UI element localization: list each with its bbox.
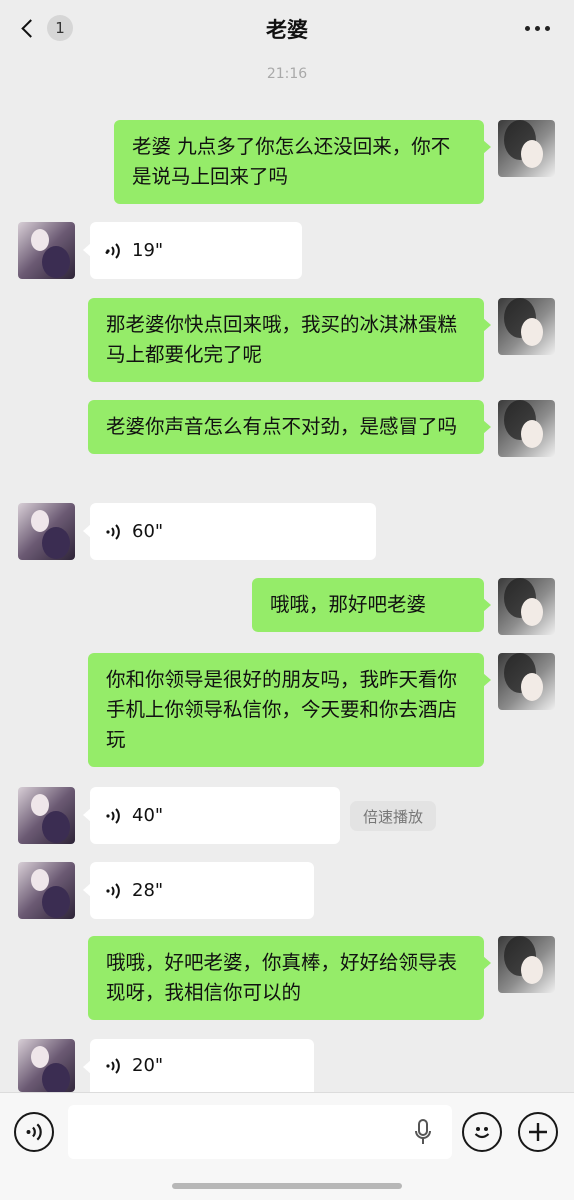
my-avatar[interactable] bbox=[498, 400, 555, 457]
message-bubble-sent[interactable]: 哦哦，好吧老婆，你真棒，好好给领导表现呀，我相信你可以的 bbox=[88, 936, 491, 1020]
contact-avatar[interactable] bbox=[18, 503, 75, 560]
voice-wave-icon bbox=[106, 1057, 120, 1074]
contact-avatar[interactable] bbox=[18, 862, 75, 919]
speed-playback-button[interactable]: 倍速播放 bbox=[350, 801, 437, 831]
plus-icon[interactable] bbox=[518, 1112, 558, 1152]
voice-duration: 40" bbox=[132, 804, 164, 826]
my-avatar[interactable] bbox=[498, 936, 555, 993]
message-bubble-sent[interactable]: 老婆 九点多了你怎么还没回来，你不是说马上回来了吗 bbox=[114, 120, 491, 204]
home-indicator bbox=[172, 1183, 402, 1189]
my-avatar[interactable] bbox=[498, 653, 555, 710]
voice-wave-icon bbox=[106, 882, 120, 899]
message-bubble-sent[interactable]: 你和你领导是很好的朋友吗，我昨天看你手机上你领导私信你，今天要和你去酒店玩 bbox=[88, 653, 491, 767]
voice-message[interactable]: 28" bbox=[83, 862, 314, 919]
voice-duration: 28" bbox=[132, 879, 164, 901]
contact-avatar[interactable] bbox=[18, 787, 75, 844]
voice-wave-icon bbox=[106, 523, 120, 540]
message-bubble-sent[interactable]: 老婆你声音怎么有点不对劲，是感冒了吗 bbox=[88, 400, 491, 454]
message-bubble-sent[interactable]: 那老婆你快点回来哦，我买的冰淇淋蛋糕马上都要化完了呢 bbox=[88, 298, 491, 382]
emoji-icon[interactable] bbox=[462, 1112, 502, 1152]
message-input[interactable] bbox=[68, 1105, 452, 1159]
voice-wave-icon bbox=[105, 242, 120, 259]
voice-message[interactable]: 20" bbox=[83, 1039, 314, 1092]
my-avatar[interactable] bbox=[498, 578, 555, 635]
my-avatar[interactable] bbox=[498, 298, 555, 355]
chat-header: 1 老婆 bbox=[0, 0, 574, 56]
chat-title: 老婆 bbox=[266, 18, 308, 42]
voice-duration: 19" bbox=[132, 239, 164, 261]
voice-message[interactable]: 40" bbox=[83, 787, 340, 844]
contact-avatar[interactable] bbox=[18, 1039, 75, 1092]
voice-mode-icon[interactable] bbox=[14, 1112, 54, 1152]
voice-message[interactable]: 19" bbox=[83, 222, 302, 279]
microphone-icon[interactable] bbox=[414, 1119, 432, 1145]
voice-duration: 60" bbox=[132, 520, 164, 542]
contact-avatar[interactable] bbox=[18, 222, 75, 279]
my-avatar[interactable] bbox=[498, 120, 555, 177]
voice-message[interactable]: 60" bbox=[83, 503, 376, 560]
message-bubble-sent[interactable]: 哦哦，那好吧老婆 bbox=[252, 578, 491, 632]
voice-duration: 20" bbox=[132, 1054, 164, 1076]
more-dots-icon[interactable] bbox=[525, 26, 550, 31]
message-timestamp: 21:16 bbox=[266, 66, 308, 82]
voice-wave-icon bbox=[106, 807, 120, 824]
